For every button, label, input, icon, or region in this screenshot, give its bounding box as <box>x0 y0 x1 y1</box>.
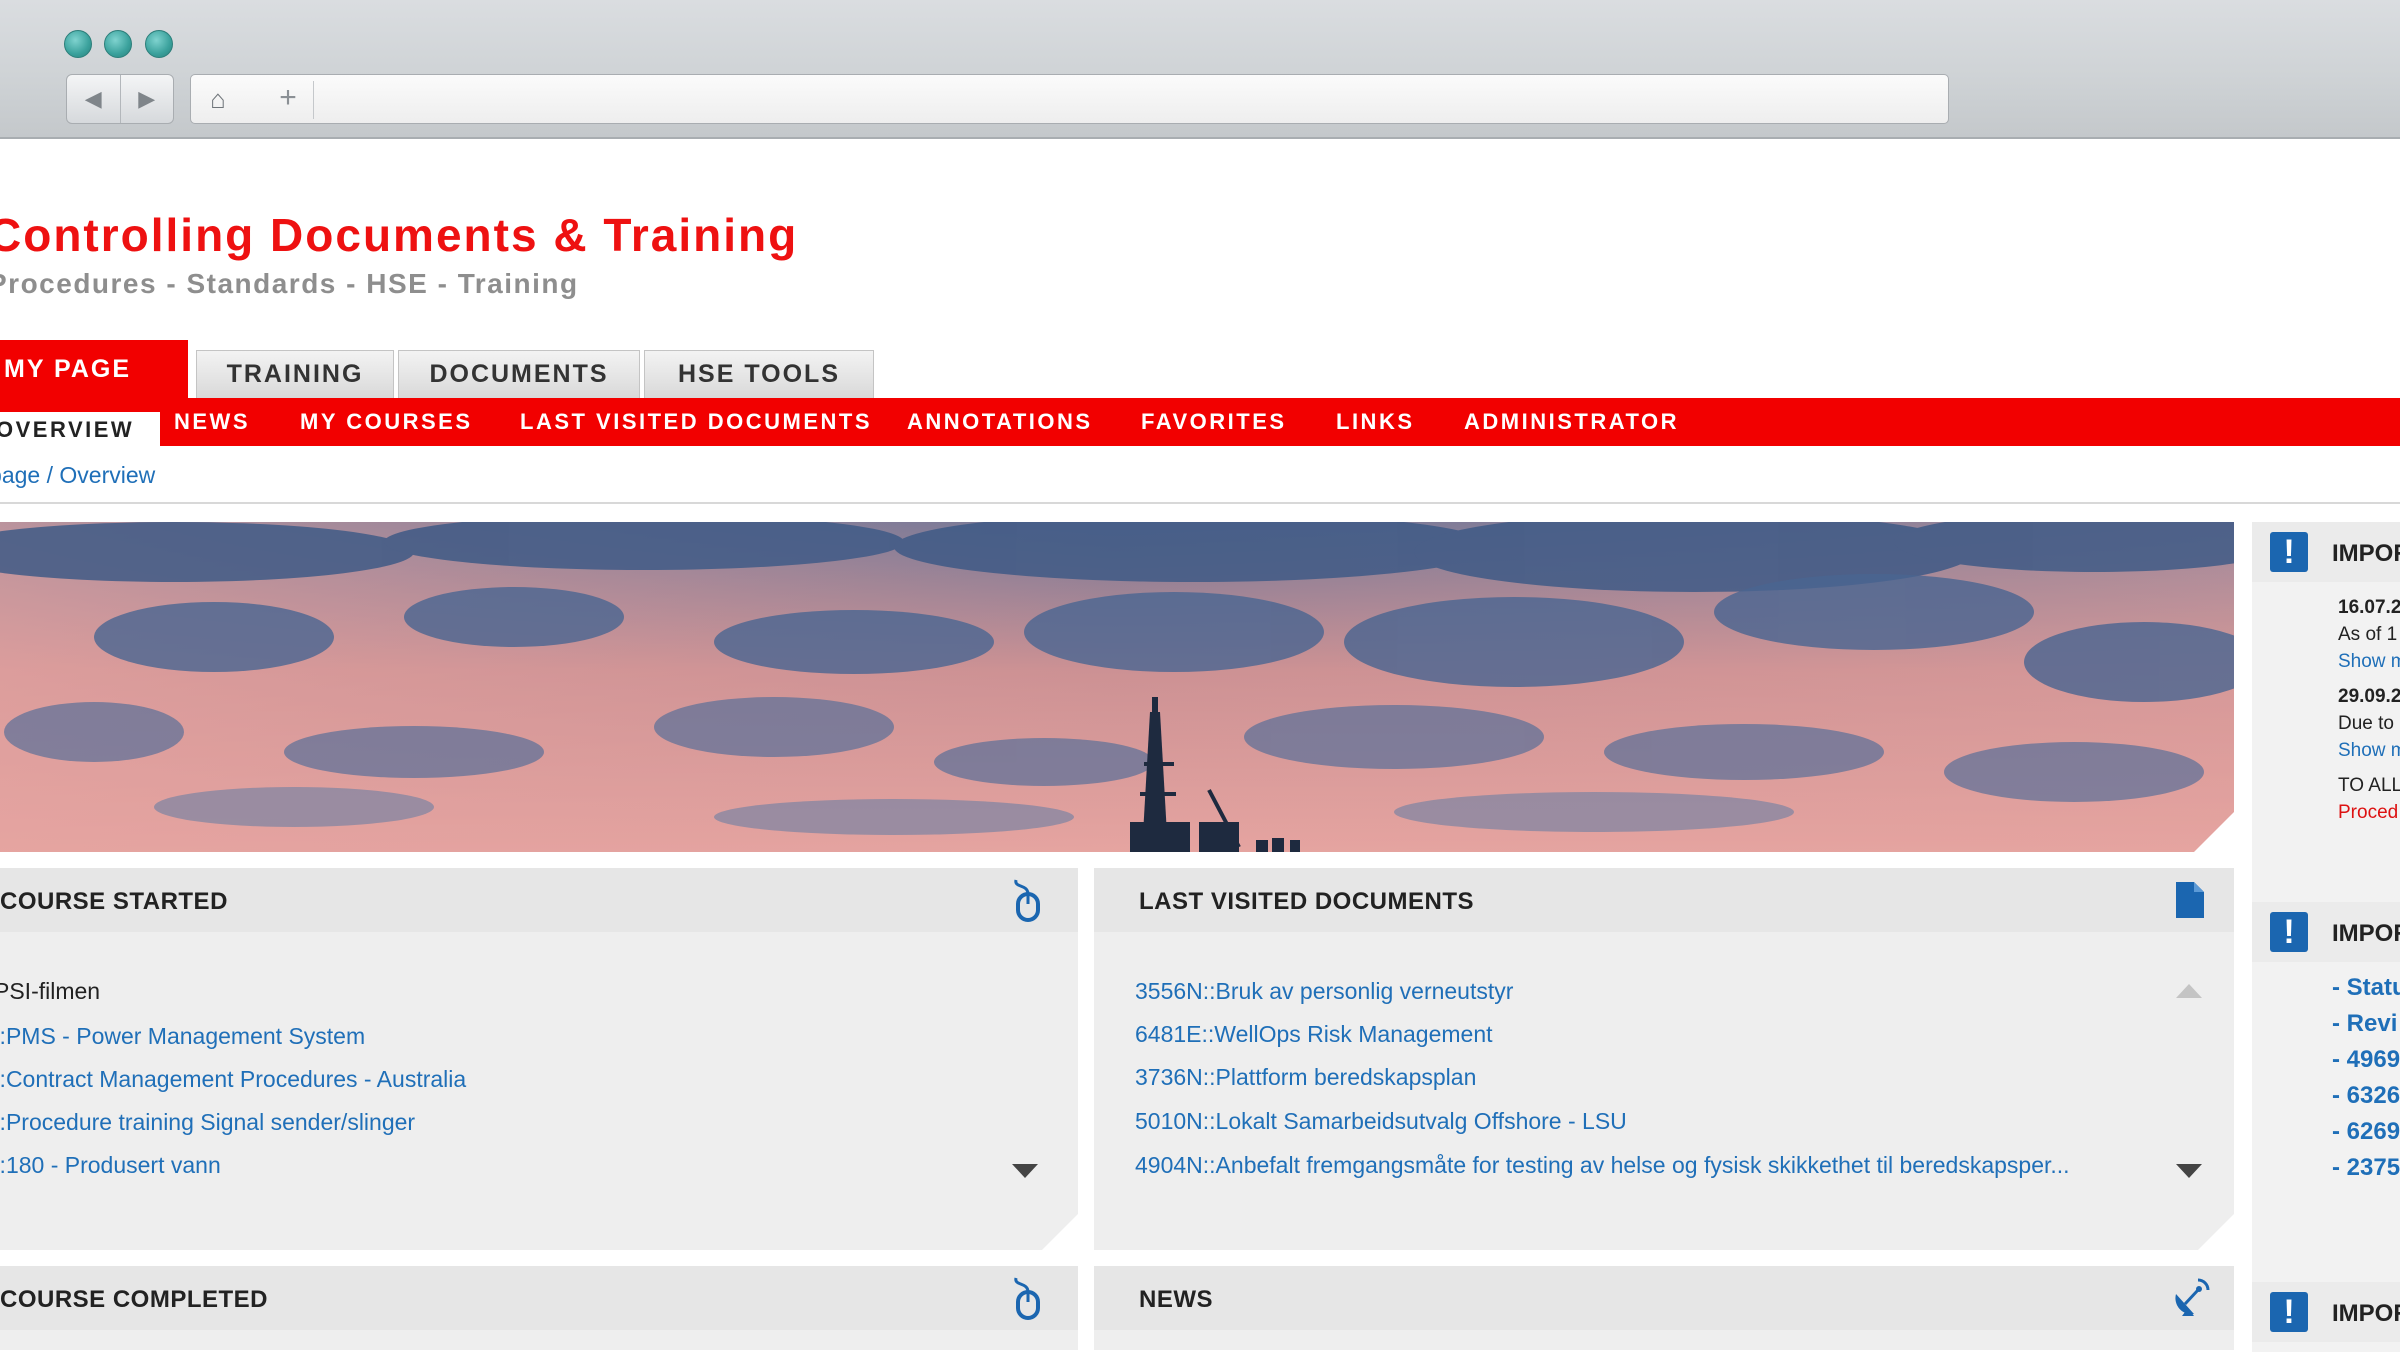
scroll-up-icon[interactable] <box>2174 982 2204 1000</box>
notice-text: As of 1 <box>2338 624 2398 645</box>
subnav-overview[interactable]: OVERVIEW <box>0 412 161 446</box>
back-arrow-icon[interactable]: ◀ <box>67 75 120 123</box>
tab-documents[interactable]: DOCUMENTS <box>398 350 640 398</box>
page-subtitle: Procedures - Standards - HSE - Training <box>0 268 579 299</box>
widget-title: COURSE COMPLETED <box>0 1286 269 1313</box>
forward-arrow-icon[interactable]: ▶ <box>119 75 174 123</box>
list-item[interactable]: PSI-filmen <box>0 978 100 1005</box>
scroll-down-icon[interactable] <box>1010 1162 1040 1180</box>
banner-image <box>0 522 2234 852</box>
notice-date: 16.07.2 <box>2338 597 2400 618</box>
document-icon[interactable] <box>2174 880 2206 920</box>
window-maximize-button[interactable] <box>145 30 173 58</box>
subnav-last-visited-documents[interactable]: LAST VISITED DOCUMENTS <box>520 398 872 446</box>
offshore-rig-sunset-image <box>0 522 2234 852</box>
news-widget: NEWS <box>1094 1266 2234 1350</box>
exclamation-icon: ! <box>2270 1292 2308 1332</box>
list-item[interactable]: 5010N::Lokalt Samarbeidsutvalg Offshore … <box>1135 1108 1627 1135</box>
important-header: ! IMPORTANT <box>2252 522 2400 582</box>
widget-corner <box>1042 1214 1078 1250</box>
important-title: IMPORTANT <box>2332 540 2400 567</box>
important-link[interactable]: - Statu <box>2332 974 2400 1002</box>
home-icon[interactable]: ⌂ <box>203 84 233 114</box>
mouse-icon[interactable] <box>1004 1276 1048 1320</box>
important-link[interactable]: - 6269 <box>2332 1118 2400 1146</box>
important-link[interactable]: - 6326 <box>2332 1082 2400 1110</box>
list-item[interactable]: 6842::Contract Management Procedures - A… <box>0 1066 466 1093</box>
subnav-my-courses[interactable]: MY COURSES <box>300 398 473 446</box>
important-link[interactable]: - 2375 <box>2332 1154 2400 1182</box>
exclamation-icon: ! <box>2270 532 2308 572</box>
subnav-annotations[interactable]: ANNOTATIONS <box>907 398 1093 446</box>
widget-corner <box>2198 1214 2234 1250</box>
sub-navigation: OVERVIEW NEWS MY COURSES LAST VISITED DO… <box>0 398 2400 446</box>
divider <box>0 502 2400 504</box>
show-more-link[interactable]: Show m <box>2338 740 2400 762</box>
scroll-down-icon[interactable] <box>2174 1162 2204 1180</box>
window-minimize-button[interactable] <box>104 30 132 58</box>
list-item[interactable]: 6481E::WellOps Risk Management <box>1135 1021 1493 1048</box>
last-visited-documents-widget: LAST VISITED DOCUMENTS 3556N::Bruk av pe… <box>1094 868 2234 1250</box>
address-bar: ⌂ + <box>190 74 1949 124</box>
notice-text: TO ALL <box>2338 775 2400 796</box>
satellite-dish-icon[interactable] <box>2170 1276 2210 1320</box>
list-item[interactable]: 4462::180 - Produsert vann <box>0 1152 221 1179</box>
notice-date: 29.09.2 <box>2338 686 2400 707</box>
important-link[interactable]: - Revi <box>2332 1010 2397 1038</box>
important-header: ! IMPORTANT <box>2252 902 2400 962</box>
tab-hse-tools[interactable]: HSE TOOLS <box>644 350 874 398</box>
browser-toolbar: ◀ ▶ ⌂ + <box>0 0 2400 139</box>
course-started-widget: COURSE STARTED PSI-filmen 5830::PMS - Po… <box>0 868 1078 1250</box>
important-link[interactable]: - 4969 <box>2332 1046 2400 1074</box>
widget-title: COURSE STARTED <box>0 888 228 915</box>
breadcrumb[interactable]: My page / Overview <box>0 462 155 489</box>
plus-icon[interactable]: + <box>273 83 303 114</box>
list-item[interactable]: 6332::Procedure training Signal sender/s… <box>0 1109 415 1136</box>
list-item[interactable]: 4904N::Anbefalt fremgangsmåte for testin… <box>1135 1152 2070 1179</box>
subnav-administrator[interactable]: ADMINISTRATOR <box>1464 398 1679 446</box>
list-item[interactable]: 5830::PMS - Power Management System <box>0 1023 365 1050</box>
subnav-favorites[interactable]: FAVORITES <box>1141 398 1287 446</box>
tab-training[interactable]: TRAINING <box>196 350 394 398</box>
show-more-link[interactable]: Show m <box>2338 651 2400 673</box>
important-header: ! IMPORTANT <box>2252 1282 2400 1342</box>
window-close-button[interactable] <box>64 30 92 58</box>
subnav-links[interactable]: LINKS <box>1336 398 1415 446</box>
history-nav: ◀ ▶ <box>66 74 174 124</box>
subnav-news[interactable]: NEWS <box>174 398 250 446</box>
url-input[interactable] <box>313 81 1938 119</box>
mouse-icon[interactable] <box>1004 878 1048 922</box>
widget-title: NEWS <box>1139 1286 1213 1313</box>
important-title: IMPORTANT <box>2332 920 2400 947</box>
list-item[interactable]: 3556N::Bruk av personlig verneutstyr <box>1135 978 1513 1005</box>
exclamation-icon: ! <box>2270 912 2308 952</box>
widget-header <box>1094 1266 2234 1330</box>
page-title: Controlling Documents & Training <box>0 209 799 261</box>
tab-my-page[interactable]: MY PAGE <box>0 340 188 398</box>
notice-text: Due to <box>2338 713 2394 734</box>
list-item[interactable]: 3736N::Plattform beredskapsplan <box>1135 1064 1476 1091</box>
widget-title: LAST VISITED DOCUMENTS <box>1139 888 1475 915</box>
important-sidebar: ! IMPORTANT 16.07.2 As of 1 Show m 29.09… <box>2252 522 2400 1352</box>
procedure-link[interactable]: Proced <box>2338 802 2398 824</box>
course-completed-widget: COURSE COMPLETED <box>0 1266 1078 1350</box>
important-title: IMPORTANT <box>2332 1300 2400 1327</box>
